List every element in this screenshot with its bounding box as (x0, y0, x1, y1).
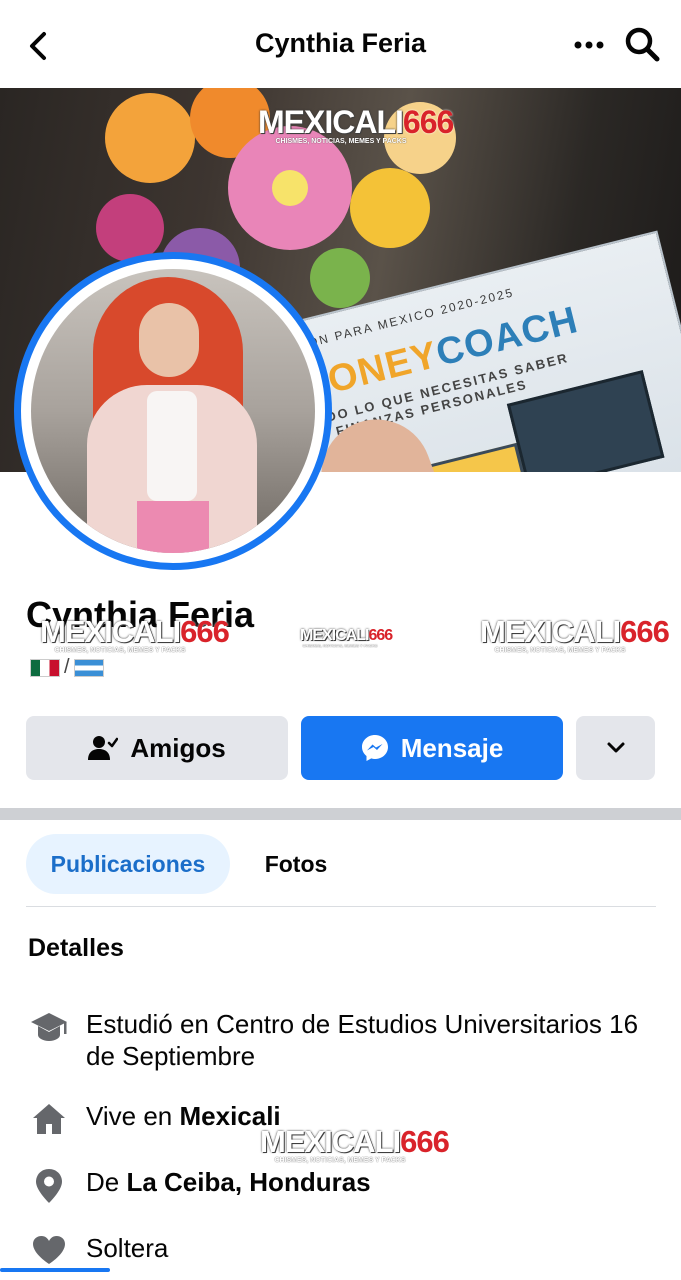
watermark-subtext: CHISMES, NOTICIAS, MEMES Y PACKS (274, 1157, 406, 1164)
watermark-text-b: 666 (402, 104, 454, 140)
watermark-subtext: CHISMES, NOTICIAS, MEMES Y PACKS (54, 647, 186, 654)
graduation-cap-icon (28, 1010, 70, 1046)
avatar-photo (31, 269, 315, 553)
tab-fotos[interactable]: Fotos (236, 834, 356, 894)
from-text: De La Ceiba, Honduras (86, 1166, 656, 1198)
watermark-text-a: MEXICALI (480, 614, 621, 649)
watermark-logo: MEXICALI666 CHISMES, NOTICIAS, MEMES Y P… (40, 614, 230, 654)
watermark-subtext: CHISMES, NOTICIAS, MEMES Y PACKS (494, 647, 626, 654)
watermark-text-b: 666 (368, 627, 393, 644)
watermark-logo: MEXICALI666 CHISMES, NOTICIAS, MEMES Y P… (480, 614, 670, 654)
watermark-logo: MEXICALI666 CHISMES, NOTICIAS, MEMES Y P… (258, 104, 454, 145)
watermark-subtext: CHISMES, NOTICIAS, MEMES Y PACKS (275, 138, 407, 145)
avatar-skirt (137, 501, 209, 553)
details-title: Detalles (28, 934, 124, 962)
chevron-down-icon (607, 742, 624, 753)
detail-education: Estudió en Centro de Estudios Universita… (28, 1008, 656, 1072)
location-pin-icon (28, 1168, 70, 1204)
relationship-text: Soltera (86, 1233, 169, 1263)
from-place-link[interactable]: La Ceiba, Honduras (126, 1167, 370, 1197)
heart-icon (28, 1234, 70, 1270)
watermark-text-b: 666 (400, 1124, 450, 1159)
honduras-flag-icon (73, 658, 104, 677)
profile-avatar[interactable] (14, 252, 332, 570)
message-button[interactable]: Mensaje (301, 716, 563, 780)
avatar-face (139, 303, 199, 377)
education-text: Estudió en Centro de Estudios Universita… (86, 1009, 639, 1071)
watermark-text-a: MEXICALI (40, 614, 181, 649)
tabs-divider (26, 906, 656, 907)
detail-relationship: Soltera (28, 1232, 656, 1270)
friends-button-label: Amigos (130, 732, 226, 763)
lives-in-prefix: Vive en (86, 1101, 180, 1131)
watermark-text-a: MEXICALI (260, 1124, 401, 1159)
flag-separator: / (64, 656, 70, 678)
top-bar: Cynthia Feria (0, 0, 681, 88)
message-button-label: Mensaje (400, 732, 504, 763)
watermark-subtext: CHISMES, NOTICIAS, MEMES Y PACKS (302, 643, 378, 648)
watermark-logo: MEXICALI666 CHISMES, NOTICIAS, MEMES Y P… (300, 627, 393, 648)
friends-check-icon (88, 736, 119, 760)
more-options-button[interactable] (576, 716, 655, 780)
avatar-shirt (147, 391, 197, 501)
ellipsis-icon[interactable] (572, 30, 606, 60)
mexico-flag-icon (30, 658, 60, 677)
profile-flags: / (30, 656, 104, 679)
watermark-text-b: 666 (620, 614, 670, 649)
messenger-icon (361, 735, 388, 761)
home-icon (28, 1102, 70, 1138)
watermark-logo: MEXICALI666 CHISMES, NOTICIAS, MEMES Y P… (260, 1124, 450, 1164)
watermark-text-b: 666 (180, 614, 230, 649)
watermark-text-a: MEXICALI (300, 627, 369, 644)
watermark-text-a: MEXICALI (258, 104, 404, 140)
scroll-indicator (0, 1268, 110, 1272)
from-prefix: De (86, 1167, 127, 1197)
tab-publicaciones[interactable]: Publicaciones (26, 834, 230, 894)
friends-button[interactable]: Amigos (26, 716, 288, 780)
section-divider (0, 808, 681, 820)
detail-from: De La Ceiba, Honduras (28, 1166, 656, 1204)
search-icon[interactable] (622, 24, 662, 64)
